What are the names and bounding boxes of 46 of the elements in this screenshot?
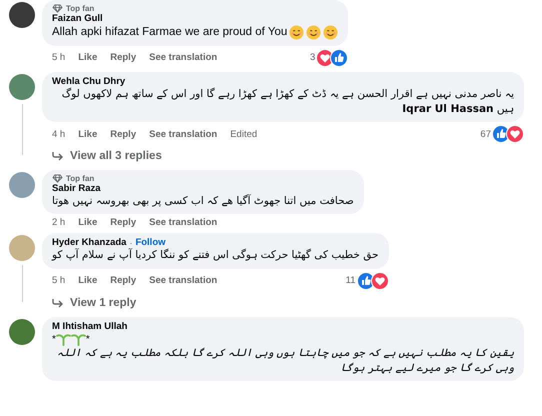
asterisk: * [52, 334, 56, 345]
avatar-photo[interactable] [9, 2, 35, 28]
action-link[interactable]: Like [78, 275, 98, 286]
top-fan-label: Top fan [66, 174, 94, 184]
author-name[interactable]: M Ihtisham Ullah [52, 320, 128, 332]
author-name[interactable]: Faizan Gull [52, 13, 103, 24]
reaction-count[interactable]: 67 [480, 128, 491, 140]
action-link[interactable]: Like [78, 217, 98, 228]
action-link[interactable]: Reply [110, 128, 136, 140]
seedling-icon [56, 332, 71, 346]
time-ago[interactable]: 2 h [52, 217, 66, 228]
action-link[interactable]: Reply [110, 275, 136, 286]
action-link[interactable]: Like [78, 52, 98, 64]
author-name[interactable]: Hyder Khanzada [52, 237, 126, 248]
time-ago[interactable]: 5 h [52, 52, 66, 64]
reply-arrow-icon [52, 298, 64, 308]
follow-link[interactable]: Follow [135, 237, 166, 248]
action-link[interactable]: See translation [149, 217, 218, 228]
avatar-photo[interactable] [9, 318, 35, 345]
reply-arrow-icon [52, 151, 64, 162]
seedling-icon [70, 332, 86, 346]
comment-text: حق خطیب کی گھٹیا حرکت ہوگی اس فتنے کو ننگا کردیا آپ نے سلام آپ کو [52, 248, 378, 264]
comment-text: Allah apki hifazat Farmae we are proud of You [52, 25, 288, 40]
time-ago[interactable]: 5 h [52, 275, 66, 286]
reaction-count[interactable]: 3 [310, 52, 316, 64]
action-link[interactable]: Reply [110, 217, 136, 228]
top-fan-label: Top fan [66, 4, 94, 13]
author-name[interactable]: Sabir Raza [52, 183, 101, 194]
action-link[interactable]: See translation [149, 275, 218, 286]
author-name[interactable]: Wehla Chu Dhry [52, 76, 126, 87]
reaction-count[interactable]: 11 [346, 275, 356, 286]
separator-dot: · [129, 238, 132, 248]
action-link[interactable]: See translation [149, 52, 218, 64]
action-link[interactable]: Like [78, 128, 98, 140]
diamond-icon [52, 174, 63, 184]
edited-label: Edited [230, 128, 258, 140]
action-link[interactable]: See translation [149, 128, 218, 140]
time-ago[interactable]: 4 h [52, 128, 66, 140]
comment-text: صحافت میں اتنا جھوٹ آگیا ھے کہ اب کسی پر بھی بھروسہ نہیں ھوتا [52, 194, 354, 210]
diamond-icon [52, 4, 63, 13]
action-link[interactable]: Reply [110, 52, 136, 64]
asterisk: * [86, 334, 90, 345]
thumbs-up-icon[interactable] [330, 48, 348, 67]
comment-text: یقین کا یہ مطلب نہیں ہے کہ جو میں چاہتا ہوں وہی اللہ کرے گا بلکہ مطلب یہ ہے کہ اللہ وہی کرے گا جو میرے لیے بہتر ہوگا [56, 346, 514, 376]
view-replies-link[interactable]: View 1 reply [70, 296, 136, 309]
view-replies-link[interactable]: View all 3 replies [70, 150, 162, 162]
